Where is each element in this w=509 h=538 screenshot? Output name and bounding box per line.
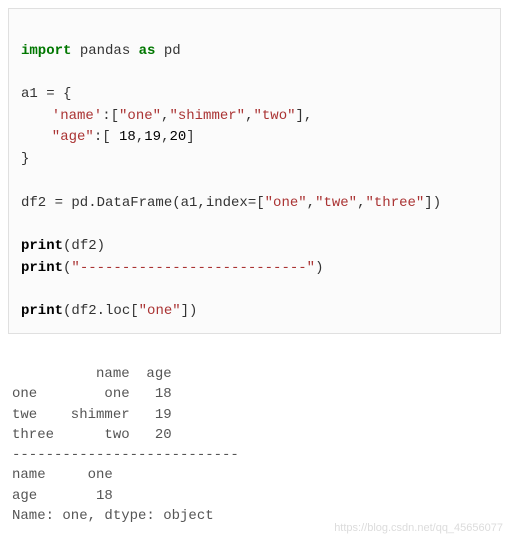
output-line: age 18 xyxy=(12,488,113,504)
text: ]) xyxy=(424,195,441,211)
alias-name: pd xyxy=(155,43,180,59)
text: (df2) xyxy=(63,238,105,254)
code-line: a1 = { xyxy=(21,86,71,102)
code-block: import pandas as pd a1 = { 'name':["one"… xyxy=(8,8,501,334)
output-line: Name: one, dtype: object xyxy=(12,508,214,524)
output-line: name age xyxy=(12,366,172,382)
output-line: --------------------------- xyxy=(12,447,239,463)
punct: :[ xyxy=(94,129,119,145)
code-line: print(df2.loc["one"]) xyxy=(21,303,197,319)
punct: :[ xyxy=(102,108,119,124)
output-line: one one 18 xyxy=(12,386,172,402)
watermark: https://blog.csdn.net/qq_45656077 xyxy=(334,522,503,534)
output-block: name age one one 18 twe shimmer 19 three… xyxy=(8,334,501,531)
code-line: "age":[ 18,19,20] xyxy=(21,127,195,149)
string-literal: 'name' xyxy=(52,108,102,124)
builtin-print: print xyxy=(21,303,63,319)
keyword-import: import xyxy=(21,43,71,59)
string-literal: "age" xyxy=(52,129,94,145)
code-line: import pandas as pd xyxy=(21,43,181,59)
output-line: twe shimmer 19 xyxy=(12,407,172,423)
keyword-as: as xyxy=(139,43,156,59)
code-line: df2 = pd.DataFrame(a1,index=["one","twe"… xyxy=(21,195,441,211)
code-line: } xyxy=(21,151,29,167)
string-literal: "two" xyxy=(253,108,295,124)
number-literal: 20 xyxy=(169,129,186,145)
module-name: pandas xyxy=(71,43,138,59)
builtin-print: print xyxy=(21,260,63,276)
punct: ], xyxy=(296,108,313,124)
string-literal: "shimmer" xyxy=(169,108,245,124)
code-line: print("---------------------------") xyxy=(21,260,323,276)
string-literal: "one" xyxy=(119,108,161,124)
string-literal: "one" xyxy=(265,195,307,211)
builtin-print: print xyxy=(21,238,63,254)
number-literal: 18 xyxy=(119,129,136,145)
string-literal: "twe" xyxy=(315,195,357,211)
output-line: name one xyxy=(12,467,113,483)
output-line: three two 20 xyxy=(12,427,172,443)
string-literal: "three" xyxy=(365,195,424,211)
text: df2 = pd.DataFrame(a1,index=[ xyxy=(21,195,265,211)
punct: , xyxy=(307,195,315,211)
text: ]) xyxy=(181,303,198,319)
punct: , xyxy=(136,129,144,145)
string-literal: "one" xyxy=(139,303,181,319)
number-literal: 19 xyxy=(144,129,161,145)
code-line: print(df2) xyxy=(21,238,105,254)
punct: ] xyxy=(186,129,194,145)
code-line: 'name':["one","shimmer","two"], xyxy=(21,106,312,128)
string-literal: "---------------------------" xyxy=(71,260,315,276)
text: (df2.loc[ xyxy=(63,303,139,319)
text: ) xyxy=(315,260,323,276)
